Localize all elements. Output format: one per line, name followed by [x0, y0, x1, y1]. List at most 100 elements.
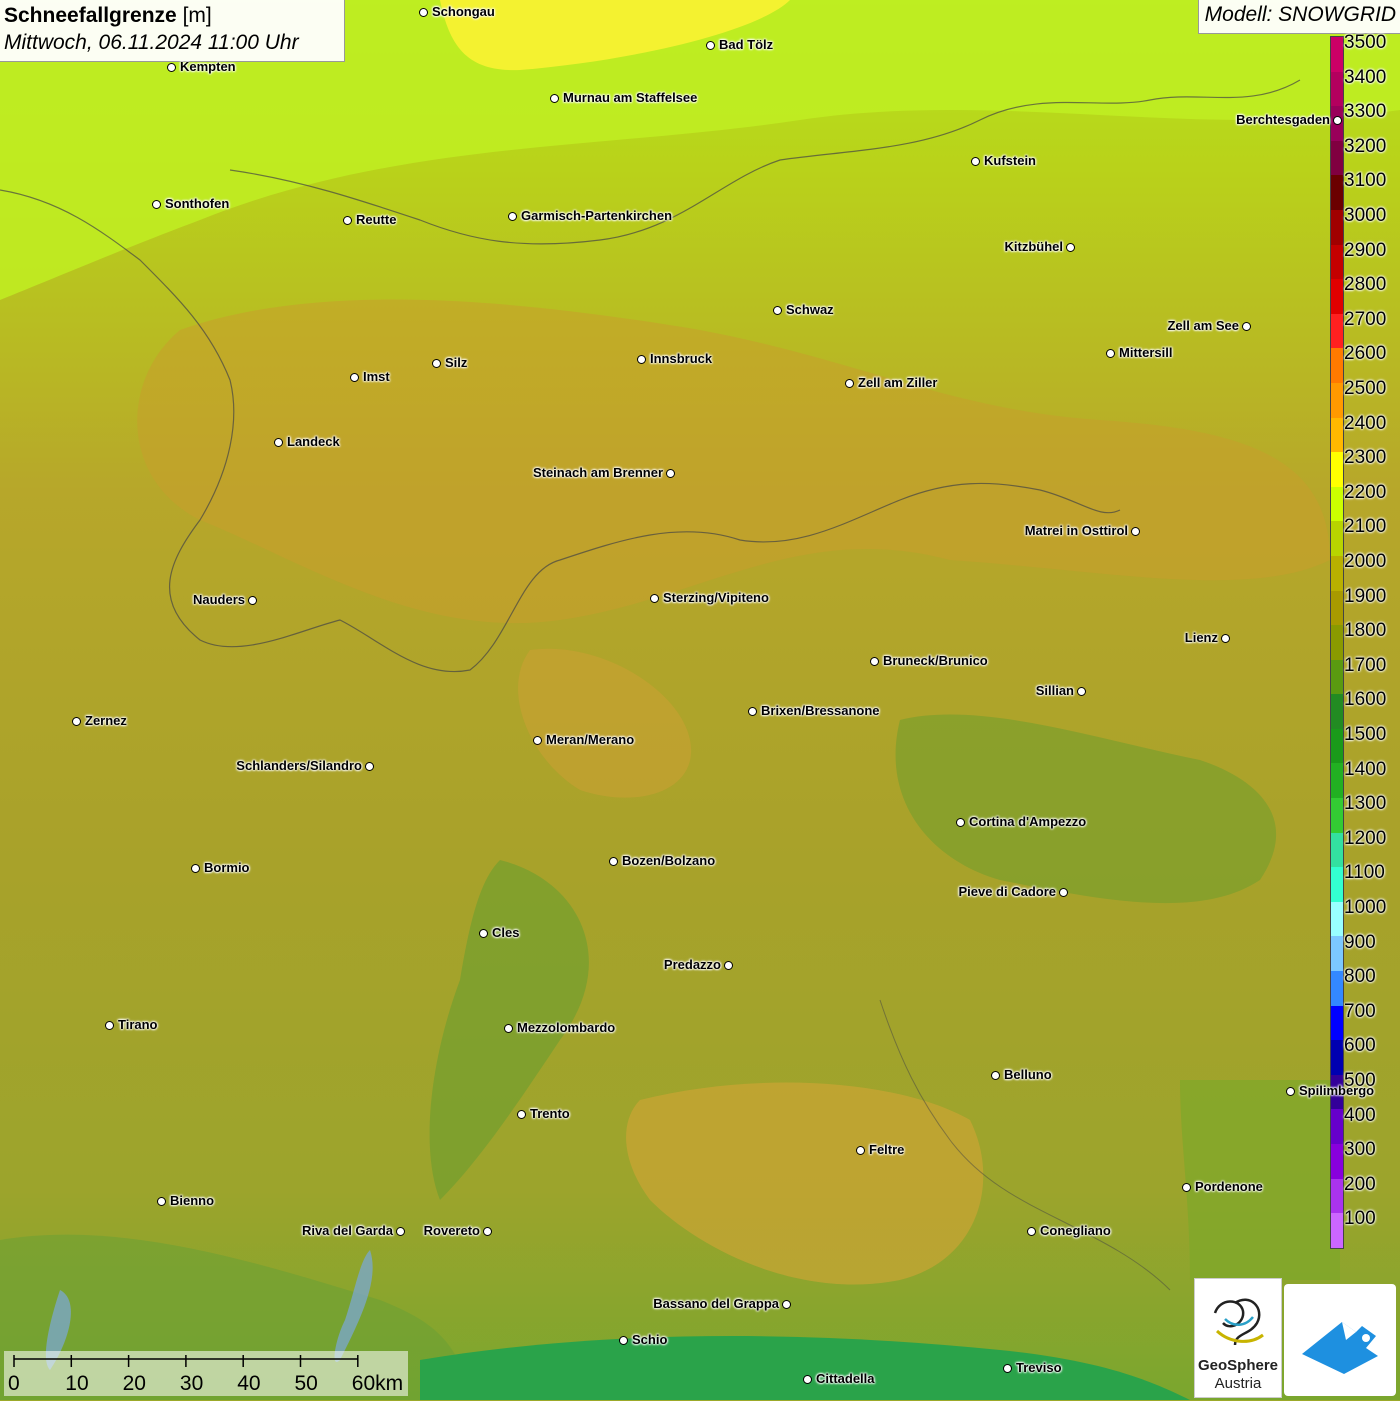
city-marker-icon[interactable]: [856, 1146, 865, 1155]
city-marker-icon[interactable]: [1106, 349, 1115, 358]
legend-swatch: [1331, 728, 1343, 764]
city-label: Zernez: [85, 713, 127, 728]
logo-line1: GeoSphere: [1197, 1357, 1279, 1374]
model-label: Modell: SNOWGRID: [1197, 0, 1400, 34]
city-marker-icon[interactable]: [504, 1024, 513, 1033]
legend-value: 1200: [1344, 827, 1387, 849]
city-marker-icon[interactable]: [1066, 243, 1075, 252]
legend-swatch: [1331, 971, 1343, 1006]
city-label: Schongau: [432, 4, 495, 19]
legend-value: 1900: [1344, 585, 1387, 607]
city-marker-icon[interactable]: [782, 1300, 791, 1309]
city-marker-icon[interactable]: [971, 157, 980, 166]
city-marker-icon[interactable]: [157, 1197, 166, 1206]
city-marker-icon[interactable]: [248, 596, 257, 605]
city-marker-icon[interactable]: [72, 717, 81, 726]
legend-swatch: [1331, 313, 1343, 349]
city-label: Cortina d'Ampezzo: [969, 814, 1087, 829]
city-marker-icon[interactable]: [991, 1071, 1000, 1080]
city-marker-icon[interactable]: [1027, 1227, 1036, 1236]
legend-swatch: [1331, 1213, 1343, 1248]
geosphere-logo[interactable]: GeoSphere Austria: [1194, 1278, 1282, 1398]
city-label: Pordenone: [1195, 1179, 1263, 1194]
city-label: Berchtesgaden: [1236, 112, 1330, 127]
legend-swatch: [1331, 694, 1343, 729]
city-label: Treviso: [1016, 1360, 1062, 1375]
app-mountain-icon: [1302, 1322, 1378, 1374]
city-marker-icon[interactable]: [105, 1021, 114, 1030]
city-label: Reutte: [356, 212, 397, 227]
city-marker-icon[interactable]: [396, 1227, 405, 1236]
city-marker-icon[interactable]: [666, 469, 675, 478]
legend-swatch: [1331, 382, 1343, 418]
city-label: Belluno: [1004, 1067, 1052, 1082]
city-marker-icon[interactable]: [724, 961, 733, 970]
legend-swatch: [1331, 590, 1343, 626]
legend-swatch: [1331, 798, 1343, 833]
legend-value: 2400: [1344, 412, 1387, 434]
legend-value: 1000: [1344, 897, 1387, 918]
city-label: Nauders: [192, 592, 245, 607]
city-marker-icon[interactable]: [350, 373, 359, 382]
city-marker-icon[interactable]: [619, 1336, 628, 1345]
city-marker-icon[interactable]: [803, 1375, 812, 1384]
app-logo[interactable]: [1284, 1284, 1396, 1396]
city-marker-icon[interactable]: [274, 438, 283, 447]
city-label: Murnau am Staffelsee: [563, 90, 698, 105]
city-marker-icon[interactable]: [550, 94, 559, 103]
city-label: Sillian: [1035, 683, 1074, 698]
city-marker-icon[interactable]: [1059, 888, 1068, 897]
city-marker-icon[interactable]: [365, 762, 374, 771]
city-marker-icon[interactable]: [419, 8, 428, 17]
city-label: Sonthofen: [165, 196, 230, 211]
city-marker-icon[interactable]: [432, 359, 441, 368]
city-label: Cittadella: [816, 1371, 875, 1386]
city-label: Innsbruck: [650, 351, 713, 366]
city-label: Bruneck/Brunico: [883, 653, 988, 668]
city-marker-icon[interactable]: [479, 929, 488, 938]
legend-swatch: [1331, 936, 1343, 972]
city-marker-icon[interactable]: [1003, 1364, 1012, 1373]
city-label: Brixen/Bressanone: [761, 703, 880, 718]
city-marker-icon[interactable]: [1242, 322, 1251, 331]
city-marker-icon[interactable]: [609, 857, 618, 866]
city-marker-icon[interactable]: [650, 594, 659, 603]
city-marker-icon[interactable]: [1182, 1183, 1191, 1192]
city-label: Bienno: [170, 1193, 215, 1208]
city-marker-icon[interactable]: [1131, 527, 1140, 536]
city-label: Bormio: [204, 860, 250, 875]
city-marker-icon[interactable]: [773, 306, 782, 315]
legend-swatch: [1331, 279, 1343, 314]
legend-value: 3100: [1344, 170, 1387, 192]
city-marker-icon[interactable]: [483, 1227, 492, 1236]
city-marker-icon[interactable]: [152, 200, 161, 209]
city-marker-icon[interactable]: [845, 379, 854, 388]
scale-label: 30: [179, 1372, 204, 1395]
legend-swatch: [1331, 1005, 1343, 1041]
legend-swatch: [1331, 209, 1343, 245]
city-marker-icon[interactable]: [706, 41, 715, 50]
city-label: Matrei in Osttirol: [1024, 523, 1128, 538]
city-marker-icon[interactable]: [956, 818, 965, 827]
legend-value: 800: [1344, 966, 1376, 988]
city-marker-icon[interactable]: [870, 657, 879, 666]
city-marker-icon[interactable]: [1333, 116, 1342, 125]
city-marker-icon[interactable]: [1221, 634, 1230, 643]
city-marker-icon[interactable]: [748, 707, 757, 716]
city-marker-icon[interactable]: [517, 1110, 526, 1119]
city-marker-icon[interactable]: [637, 355, 646, 364]
city-label: Schlanders/Silandro: [236, 758, 362, 773]
city-marker-icon[interactable]: [533, 736, 542, 745]
city-marker-icon[interactable]: [167, 63, 176, 72]
city-marker-icon[interactable]: [1286, 1087, 1295, 1096]
city-label: Schwaz: [786, 302, 834, 317]
city-label: Tirano: [118, 1017, 158, 1032]
city-marker-icon[interactable]: [508, 212, 517, 221]
title-box: Schneefallgrenze [m] Mittwoch, 06.11.202…: [0, 0, 345, 62]
legend-value: 3500: [1344, 32, 1387, 53]
city-marker-icon[interactable]: [343, 216, 352, 225]
legend-swatch: [1331, 1144, 1343, 1179]
city-marker-icon[interactable]: [191, 864, 200, 873]
city-marker-icon[interactable]: [1077, 687, 1086, 696]
legend-value: 700: [1344, 1000, 1376, 1022]
